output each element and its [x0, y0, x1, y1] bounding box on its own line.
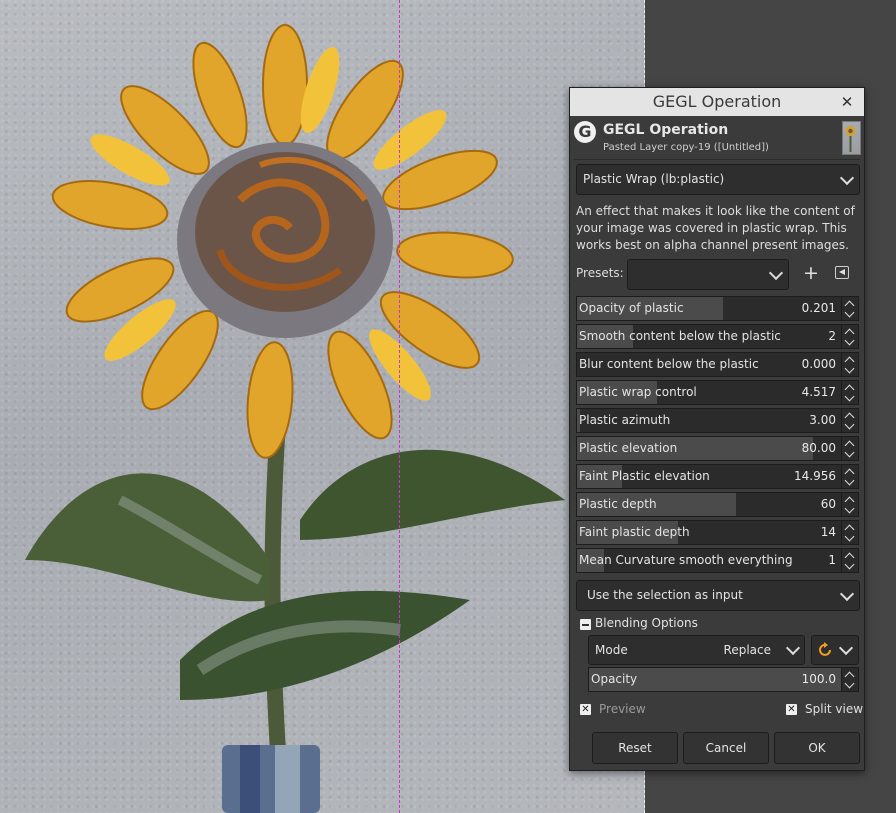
- ok-button[interactable]: OK: [774, 732, 860, 764]
- param-value: 0.000: [801, 357, 836, 371]
- param-spinner[interactable]: [841, 409, 858, 432]
- image-canvas[interactable]: [0, 0, 645, 813]
- blend-opacity-field[interactable]: Opacity 100.0: [588, 667, 859, 692]
- param-value: 4.517: [801, 385, 836, 399]
- param-value: 60: [820, 497, 836, 511]
- split-view-label: Split view: [805, 702, 864, 716]
- chevron-down-icon: [768, 265, 784, 281]
- param-value: 1: [828, 553, 836, 567]
- param-value: 80.00: [801, 441, 836, 455]
- param-row[interactable]: Plastic elevation 80.00: [576, 436, 859, 461]
- param-row[interactable]: Plastic azimuth 3.00: [576, 408, 859, 433]
- param-spinner[interactable]: [841, 297, 858, 320]
- operation-description: An effect that makes it look like the co…: [576, 204, 855, 252]
- param-spinner[interactable]: [841, 353, 858, 376]
- blend-opacity-spinner[interactable]: [841, 668, 858, 691]
- param-row[interactable]: Plastic depth 60: [576, 492, 859, 517]
- param-value: 0.201: [801, 301, 836, 315]
- presets-select[interactable]: [627, 259, 789, 290]
- param-value: 2: [828, 329, 836, 343]
- mode-value: Replace: [723, 643, 771, 657]
- param-row[interactable]: Plastic wrap control 4.517: [576, 380, 859, 405]
- param-spinner[interactable]: [841, 381, 858, 404]
- param-row[interactable]: Faint plastic depth 14: [576, 520, 859, 545]
- param-spinner[interactable]: [841, 325, 858, 348]
- layer-thumbnail: [842, 121, 861, 155]
- blend-opacity-value: 100.0: [801, 672, 836, 686]
- presets-label: Presets:: [576, 266, 624, 280]
- chevron-down-icon: [839, 586, 855, 602]
- mode-label: Mode: [595, 643, 628, 657]
- operation-select[interactable]: Plastic Wrap (lb:plastic): [576, 164, 860, 195]
- param-spinner[interactable]: [841, 549, 858, 572]
- preview-label: Preview: [599, 702, 646, 716]
- header-subtitle: Pasted Layer copy-19 ([Untitled]): [603, 142, 769, 153]
- input-mode-select[interactable]: Use the selection as input: [576, 580, 860, 611]
- blend-opacity-label: Opacity: [591, 672, 638, 686]
- gegl-operation-dialog: GEGL Operation ✕ G GEGL Operation Pasted…: [569, 87, 865, 771]
- split-view-checkbox[interactable]: ✕: [786, 704, 797, 715]
- window-title: GEGL Operation: [652, 92, 782, 111]
- preview-checkbox[interactable]: ✕: [580, 704, 591, 715]
- param-label: Plastic wrap control: [579, 385, 697, 399]
- blend-mode-select[interactable]: Mode Replace: [588, 635, 805, 665]
- gegl-logo-icon: G: [574, 121, 596, 143]
- param-spinner[interactable]: [841, 493, 858, 516]
- operation-select-value: Plastic Wrap (lb:plastic): [583, 172, 725, 186]
- param-row[interactable]: Blur content below the plastic 0.000: [576, 352, 859, 377]
- collapse-icon[interactable]: [580, 619, 591, 630]
- header-title: GEGL Operation: [603, 122, 729, 138]
- param-label: Plastic depth: [579, 497, 657, 511]
- param-value: 14.956: [794, 469, 836, 483]
- sunflower-image: [25, 24, 565, 813]
- param-label: Opacity of plastic: [579, 301, 684, 315]
- header-separator: [574, 159, 860, 160]
- chevron-down-icon: [785, 640, 801, 656]
- dialog-header: G GEGL Operation Pasted Layer copy-19 ([…: [570, 118, 864, 158]
- param-row[interactable]: Mean Curvature smooth everything 1: [576, 548, 859, 573]
- param-label: Plastic azimuth: [579, 413, 671, 427]
- cancel-button[interactable]: Cancel: [683, 732, 769, 764]
- param-row[interactable]: Smooth content below the plastic 2: [576, 324, 859, 349]
- param-label: Blur content below the plastic: [579, 357, 759, 371]
- presets-menu-icon[interactable]: [835, 266, 849, 279]
- param-spinner[interactable]: [841, 521, 858, 544]
- dialog-titlebar[interactable]: GEGL Operation ✕: [570, 88, 864, 116]
- param-row[interactable]: Opacity of plastic 0.201: [576, 296, 859, 321]
- param-label: Smooth content below the plastic: [579, 329, 781, 343]
- add-preset-icon[interactable]: +: [803, 262, 819, 284]
- param-value: 14: [820, 525, 836, 539]
- reset-button[interactable]: Reset: [592, 732, 678, 764]
- param-label: Mean Curvature smooth everything: [579, 553, 793, 567]
- chevron-down-icon: [839, 170, 855, 186]
- reset-composite-icon: [819, 642, 831, 656]
- param-label: Faint Plastic elevation: [579, 469, 710, 483]
- vertical-guide[interactable]: [399, 0, 400, 813]
- param-label: Faint plastic depth: [579, 525, 690, 539]
- close-icon[interactable]: ✕: [838, 88, 856, 116]
- blending-options-label: Blending Options: [595, 616, 698, 630]
- input-mode-value: Use the selection as input: [587, 588, 743, 602]
- composite-mode-select[interactable]: [811, 635, 859, 665]
- param-spinner[interactable]: [841, 465, 858, 488]
- param-row[interactable]: Faint Plastic elevation 14.956: [576, 464, 859, 489]
- param-spinner[interactable]: [841, 437, 858, 460]
- param-value: 3.00: [809, 413, 836, 427]
- param-label: Plastic elevation: [579, 441, 678, 455]
- chevron-down-icon: [838, 640, 854, 656]
